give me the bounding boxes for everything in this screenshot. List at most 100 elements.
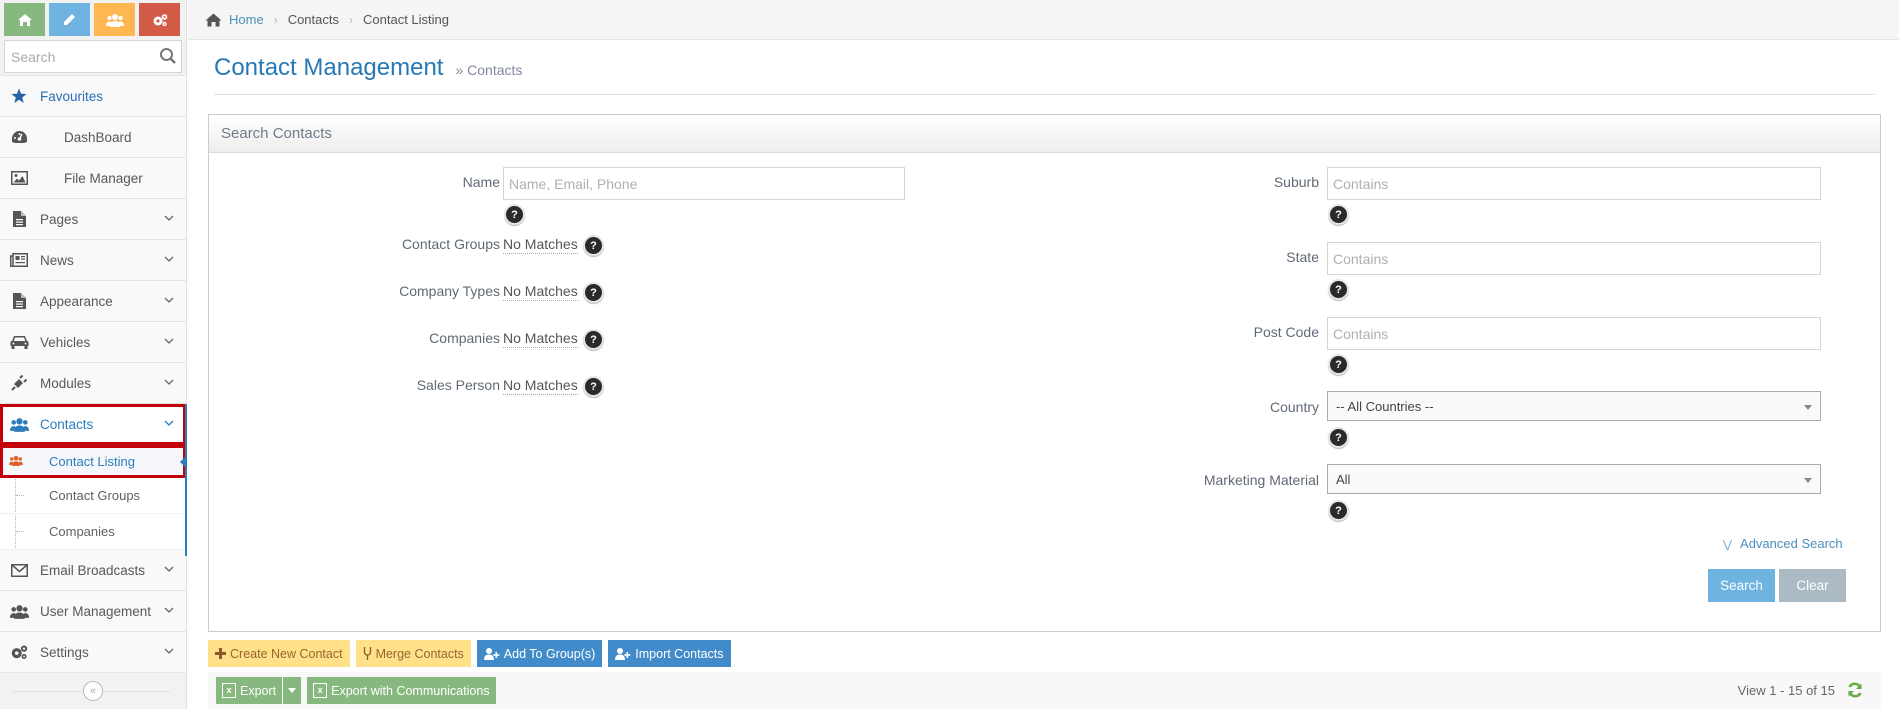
search-contacts-panel: Search Contacts Name ? Contact Groups No… <box>208 114 1881 632</box>
sidebar-subitem-contact-groups[interactable]: Contact Groups <box>0 478 186 514</box>
state-input[interactable] <box>1327 242 1821 275</box>
settings-shortcut-button[interactable] <box>139 3 180 36</box>
add-to-groups-button[interactable]: Add To Group(s) <box>476 640 603 667</box>
export-with-communications-button[interactable]: x Export with Communications <box>307 677 496 704</box>
sidebar: Favourites DashBoard File Manager Pages <box>0 0 187 709</box>
search-icon[interactable] <box>159 47 177 65</box>
contacts-submenu-wrapper: Contact Listing Contact Groups Companies <box>0 445 186 550</box>
sidebar-item-email-broadcasts[interactable]: Email Broadcasts <box>0 550 186 591</box>
clear-button[interactable]: Clear <box>1779 569 1846 602</box>
import-contacts-button[interactable]: Import Contacts <box>608 640 731 667</box>
sidebar-item-label: Vehicles <box>40 334 91 350</box>
sidebar-item-user-management[interactable]: User Management <box>0 591 186 632</box>
marketing-selected-value: All <box>1336 471 1351 487</box>
name-input[interactable] <box>503 167 905 200</box>
double-chevron-down-icon: ⋁ <box>1723 539 1733 551</box>
users-icon <box>8 417 30 432</box>
help-icon[interactable]: ? <box>583 329 604 350</box>
suburb-input[interactable] <box>1327 167 1821 200</box>
export-dropdown-toggle[interactable] <box>282 677 302 704</box>
companies-label: Companies <box>429 330 500 346</box>
sidebar-subitem-label: Companies <box>49 524 115 539</box>
sidebar-item-file-manager[interactable]: File Manager <box>0 158 186 199</box>
help-icon[interactable]: ? <box>583 376 604 397</box>
merge-contacts-button[interactable]: Merge Contacts <box>355 640 471 667</box>
help-icon[interactable]: ? <box>583 235 604 256</box>
sidebar-item-appearance[interactable]: Appearance <box>0 281 186 322</box>
marketing-material-label: Marketing Material <box>1203 472 1319 488</box>
sidebar-item-pages[interactable]: Pages <box>0 199 186 240</box>
add-to-groups-label: Add To Group(s) <box>503 646 596 661</box>
marketing-material-select[interactable]: All <box>1327 464 1821 494</box>
panel-title: Search Contacts <box>221 125 332 142</box>
sidebar-item-label: Contacts <box>40 416 94 432</box>
name-label: Name <box>462 174 500 190</box>
company-types-label: Company Types <box>399 283 500 299</box>
edit-shortcut-button[interactable] <box>49 3 90 36</box>
sidebar-collapse-button[interactable]: « <box>83 681 103 701</box>
chevron-down-icon <box>164 607 174 613</box>
sidebar-item-contacts[interactable]: Contacts <box>0 404 187 556</box>
breadcrumb: Home › Contacts › Contact Listing <box>188 0 1899 40</box>
sidebar-subitem-label: Contact Groups <box>49 488 141 503</box>
plus-icon <box>215 648 226 659</box>
sales-person-select[interactable]: No Matches <box>503 376 578 395</box>
country-select[interactable]: -- All Countries -- <box>1327 391 1821 421</box>
sidebar-item-modules[interactable]: Modules <box>0 363 186 404</box>
contact-groups-label: Contact Groups <box>401 236 500 252</box>
sidebar-item-label: News <box>40 252 74 268</box>
create-new-contact-button[interactable]: Create New Contact <box>208 640 350 667</box>
chevron-down-icon <box>164 338 174 344</box>
sidebar-item-label: File Manager <box>64 170 143 186</box>
action-toolbar: Create New Contact Merge Contacts Add To… <box>208 640 731 667</box>
export-button-group: x Export <box>216 677 302 704</box>
home-shortcut-button[interactable] <box>4 3 45 36</box>
sidebar-search-input[interactable] <box>5 41 181 72</box>
sidebar-item-dashboard[interactable]: DashBoard <box>0 117 186 158</box>
sidebar-item-favourites[interactable]: Favourites <box>0 76 186 117</box>
tree-connector <box>16 495 24 496</box>
breadcrumb-contact-listing: Contact Listing <box>363 12 449 27</box>
sidebar-item-settings[interactable]: Settings <box>0 632 186 673</box>
contacts-submenu: Contact Listing Contact Groups Companies <box>0 445 186 550</box>
refresh-icon[interactable] <box>1847 682 1863 698</box>
envelope-icon <box>8 563 30 577</box>
sidebar-item-label: Appearance <box>40 293 113 309</box>
chevron-down-icon <box>164 297 174 303</box>
help-icon[interactable]: ? <box>583 282 604 303</box>
sidebar-item-vehicles[interactable]: Vehicles <box>0 322 186 363</box>
users-shortcut-button[interactable] <box>94 3 135 36</box>
sidebar-item-news[interactable]: News <box>0 240 186 281</box>
import-label: Import Contacts <box>635 646 724 661</box>
chevron-down-icon <box>164 566 174 572</box>
car-icon <box>8 335 30 349</box>
help-icon[interactable]: ? <box>1328 427 1349 448</box>
breadcrumb-home-link[interactable]: Home <box>229 12 264 27</box>
search-button[interactable]: Search <box>1708 569 1775 602</box>
file-icon <box>8 211 30 227</box>
advanced-search-link[interactable]: ⋁ Advanced Search <box>1723 536 1843 551</box>
sidebar-collapse-bar: « <box>0 673 186 709</box>
contact-groups-select[interactable]: No Matches <box>503 235 578 254</box>
sidebar-subitem-companies[interactable]: Companies <box>0 514 186 550</box>
sidebar-subitem-contact-listing[interactable]: Contact Listing <box>0 445 186 478</box>
sidebar-search <box>4 40 182 73</box>
user-plus-icon <box>615 647 631 660</box>
help-icon[interactable]: ? <box>1328 204 1349 225</box>
suburb-label: Suburb <box>1273 174 1319 190</box>
sidebar-item-label: Email Broadcasts <box>40 562 146 578</box>
breadcrumb-contacts[interactable]: Contacts <box>288 12 339 27</box>
advanced-search-label: Advanced Search <box>1740 536 1843 551</box>
companies-select[interactable]: No Matches <box>503 329 578 348</box>
chevron-down-icon <box>164 215 174 221</box>
help-icon[interactable]: ? <box>1328 354 1349 375</box>
export-button[interactable]: x Export <box>216 677 283 704</box>
cogs-icon <box>8 644 30 660</box>
company-types-select[interactable]: No Matches <box>503 282 578 301</box>
help-icon[interactable]: ? <box>504 204 525 225</box>
country-label: Country <box>1269 399 1319 415</box>
help-icon[interactable]: ? <box>1328 500 1349 521</box>
cogs-icon <box>153 13 167 26</box>
postcode-input[interactable] <box>1327 317 1821 350</box>
help-icon[interactable]: ? <box>1328 279 1349 300</box>
